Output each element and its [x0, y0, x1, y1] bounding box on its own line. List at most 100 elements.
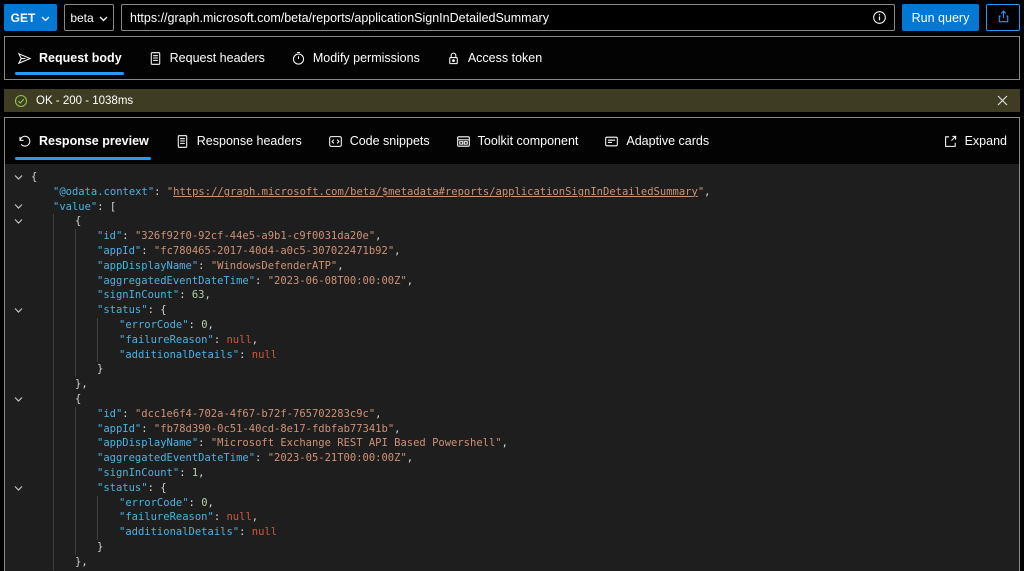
- chevron-down-icon: [41, 11, 50, 25]
- code-text: "status": {: [97, 303, 167, 318]
- indent-guide: [53, 362, 75, 377]
- fold-chevron-icon[interactable]: [5, 481, 31, 496]
- indent-guide: [31, 200, 53, 215]
- code-icon: [328, 134, 343, 149]
- info-icon[interactable]: [864, 5, 894, 30]
- json-punctuation: :: [198, 259, 211, 272]
- tab-adaptive-cards[interactable]: Adaptive cards: [604, 118, 709, 164]
- code-line: "additionalDetails": null: [5, 525, 1019, 540]
- json-key: "aggregatedEventDateTime": [97, 274, 256, 287]
- json-punctuation: :: [122, 230, 135, 243]
- indent-guide: [31, 303, 53, 318]
- fold-chevron-icon[interactable]: [5, 170, 31, 185]
- close-icon[interactable]: [995, 93, 1010, 108]
- code-line: {: [5, 170, 1019, 185]
- gutter: [5, 466, 31, 481]
- indent-guide: [75, 333, 97, 348]
- json-punctuation: : [: [97, 200, 117, 213]
- json-punctuation: : {: [147, 304, 167, 317]
- tab-request-headers[interactable]: Request headers: [148, 37, 265, 79]
- tab-access-token[interactable]: Access token: [446, 37, 542, 79]
- json-key: "additionalDetails": [119, 348, 240, 361]
- json-punctuation: ,: [251, 511, 259, 524]
- indent-guide: [97, 510, 119, 525]
- json-punctuation: ,: [394, 422, 401, 435]
- indent-guide: [31, 407, 53, 422]
- indent-guide: [75, 451, 97, 466]
- gutter: [5, 422, 31, 437]
- json-punctuation: :: [188, 496, 202, 509]
- json-punctuation: },: [75, 555, 88, 568]
- tab-toolkit-component[interactable]: Toolkit component: [456, 118, 578, 164]
- json-key: "id": [97, 407, 123, 420]
- code-text: }: [97, 362, 103, 377]
- code-text: "value": [: [53, 200, 116, 215]
- json-punctuation: :: [213, 333, 227, 346]
- tab-label: Request body: [39, 51, 122, 65]
- json-punctuation: :: [213, 511, 227, 524]
- gutter: [5, 377, 31, 392]
- tab-request-body[interactable]: Request body: [15, 37, 124, 79]
- json-link[interactable]: https://graph.microsoft.com/beta/$metada…: [173, 186, 698, 198]
- json-punctuation: }: [97, 363, 104, 376]
- run-query-button[interactable]: Run query: [902, 4, 979, 31]
- json-punctuation: :: [141, 422, 154, 435]
- code-line: "failureReason": null,: [5, 333, 1019, 348]
- indent-guide: [53, 392, 75, 407]
- json-punctuation: :: [141, 244, 154, 257]
- gutter: [5, 333, 31, 348]
- json-punctuation: ,: [501, 437, 508, 450]
- tab-response-preview[interactable]: Response preview: [15, 118, 151, 164]
- json-punctuation: ,: [375, 407, 382, 420]
- fold-chevron-icon[interactable]: [5, 303, 31, 318]
- json-punctuation: :: [179, 466, 192, 479]
- indent-guide: [31, 377, 53, 392]
- json-punctuation: :: [198, 437, 211, 450]
- share-query-button[interactable]: [986, 4, 1020, 31]
- code-line: "id": "dcc1e6f4-702a-4f67-b72f-765702283…: [5, 407, 1019, 422]
- expand-icon: [943, 134, 958, 149]
- indent-guide: [53, 466, 75, 481]
- json-punctuation: ,: [204, 289, 211, 302]
- json-key: "id": [97, 230, 123, 243]
- fold-chevron-icon[interactable]: [5, 200, 31, 215]
- indent-guide: [31, 436, 53, 451]
- code-line: "appDisplayName": "WindowsDefenderATP",: [5, 259, 1019, 274]
- code-line: {: [5, 214, 1019, 229]
- tab-code-snippets[interactable]: Code snippets: [328, 118, 430, 164]
- query-url-input[interactable]: [122, 10, 864, 25]
- indent-guide: [53, 422, 75, 437]
- gutter: [5, 555, 31, 570]
- json-key: "appDisplayName": [97, 437, 199, 450]
- api-version-dropdown[interactable]: beta: [64, 4, 114, 31]
- json-key: "errorCode": [119, 318, 189, 331]
- indent-guide: [75, 510, 97, 525]
- code-text: "id": "326f92f0-92cf-44e5-a9b1-c9f0031da…: [97, 229, 382, 244]
- indent-guide: [53, 525, 75, 540]
- tab-label: Response headers: [196, 134, 302, 148]
- tab-modify-permissions[interactable]: Modify permissions: [291, 37, 420, 79]
- indent-guide: [53, 436, 75, 451]
- code-line: },: [5, 555, 1019, 570]
- indent-guide: [75, 496, 97, 511]
- expand-button[interactable]: Expand: [943, 118, 1007, 164]
- indent-guide: [31, 540, 53, 555]
- indent-guide: [53, 451, 75, 466]
- code-line: "appId": "fc780465-2017-40d4-a0c5-307022…: [5, 244, 1019, 259]
- code-line: "additionalDetails": null: [5, 348, 1019, 363]
- indent-guide: [31, 318, 53, 333]
- response-preview-editor[interactable]: {"@odata.context": "https://graph.micros…: [5, 164, 1019, 571]
- api-version-label: beta: [70, 10, 94, 25]
- code-text: "errorCode": 0,: [119, 318, 214, 333]
- fold-chevron-icon[interactable]: [5, 392, 31, 407]
- indent-guide: [31, 496, 53, 511]
- indent-guide: [75, 274, 97, 289]
- indent-guide: [31, 214, 53, 229]
- json-punctuation: :: [179, 289, 192, 302]
- http-method-dropdown[interactable]: GET: [4, 4, 57, 31]
- json-key: "aggregatedEventDateTime": [97, 452, 256, 465]
- indent-guide: [53, 318, 75, 333]
- tab-response-headers[interactable]: Response headers: [175, 118, 302, 164]
- code-text: }: [97, 540, 103, 555]
- fold-chevron-icon[interactable]: [5, 214, 31, 229]
